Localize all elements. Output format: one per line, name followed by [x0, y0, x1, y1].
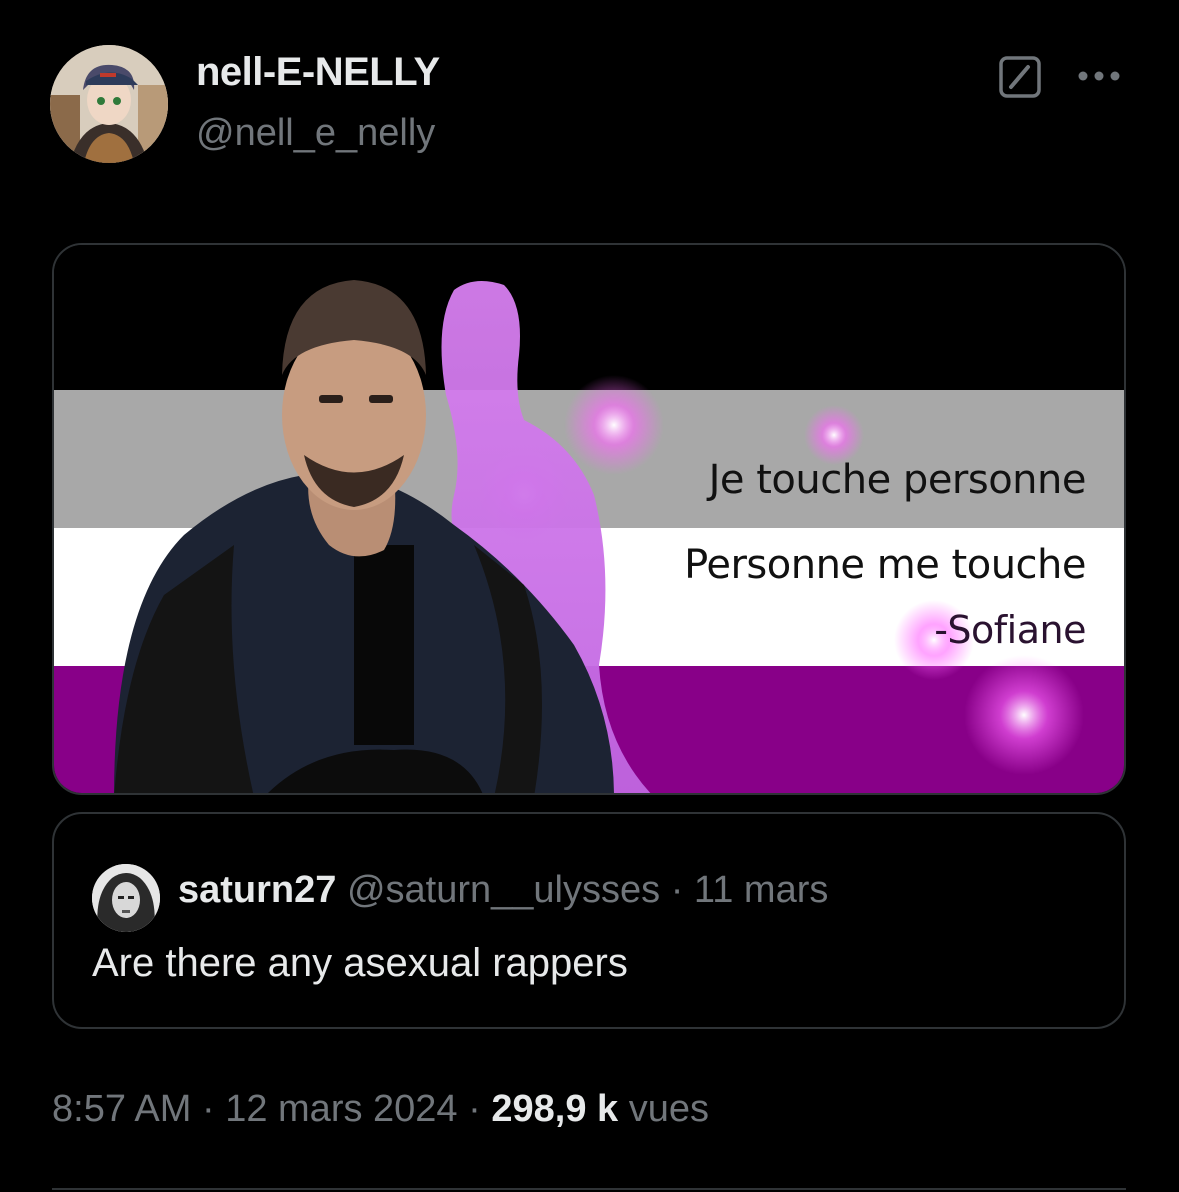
tweet-time[interactable]: 8:57 AM	[52, 1088, 191, 1130]
separator-dot: ·	[670, 869, 684, 911]
tweet-date[interactable]: 12 mars 2024	[225, 1088, 457, 1130]
tweet-meta: 8:57 AM · 12 mars 2024 · 298,9 k vues	[52, 1088, 709, 1131]
separator-dot: ·	[468, 1088, 481, 1130]
quoted-author-avatar[interactable]	[92, 864, 160, 932]
separator-dot: ·	[201, 1088, 215, 1130]
author-handle[interactable]: @nell_e_nelly	[196, 112, 435, 155]
quoted-tweet-header: saturn27 @saturn__ulysses · 11 mars	[178, 869, 828, 912]
views-count[interactable]: 298,9 k	[491, 1088, 618, 1130]
quoted-tweet[interactable]: saturn27 @saturn__ulysses · 11 mars Are …	[52, 812, 1126, 1029]
quoted-author-name[interactable]: saturn27	[178, 869, 336, 911]
tweet: nell-E-NELLY @nell_e_nelly Je touche per…	[0, 0, 1179, 1192]
views-label: vues	[628, 1088, 709, 1130]
more-dots-icon[interactable]	[1074, 58, 1124, 94]
divider	[52, 1188, 1126, 1190]
author-display-name[interactable]: nell-E-NELLY	[196, 50, 440, 95]
tweet-media[interactable]: Je touche personne Personne me touche -S…	[52, 243, 1126, 795]
anime-avatar-icon	[50, 45, 168, 163]
asexual-flag-image	[54, 245, 1124, 793]
quoted-tweet-date[interactable]: 11 mars	[694, 869, 828, 911]
meme-caption-line-2: Personne me touche	[684, 542, 1086, 588]
meme-caption-line-1: Je touche personne	[708, 457, 1087, 503]
quoted-tweet-text: Are there any asexual rappers	[92, 941, 628, 985]
author-avatar[interactable]	[50, 45, 168, 163]
quoted-author-handle[interactable]: @saturn__ulysses	[347, 869, 660, 911]
bw-portrait-icon	[92, 864, 160, 932]
grok-slash-icon[interactable]	[998, 55, 1042, 99]
meme-caption-attribution: -Sofiane	[934, 608, 1086, 652]
